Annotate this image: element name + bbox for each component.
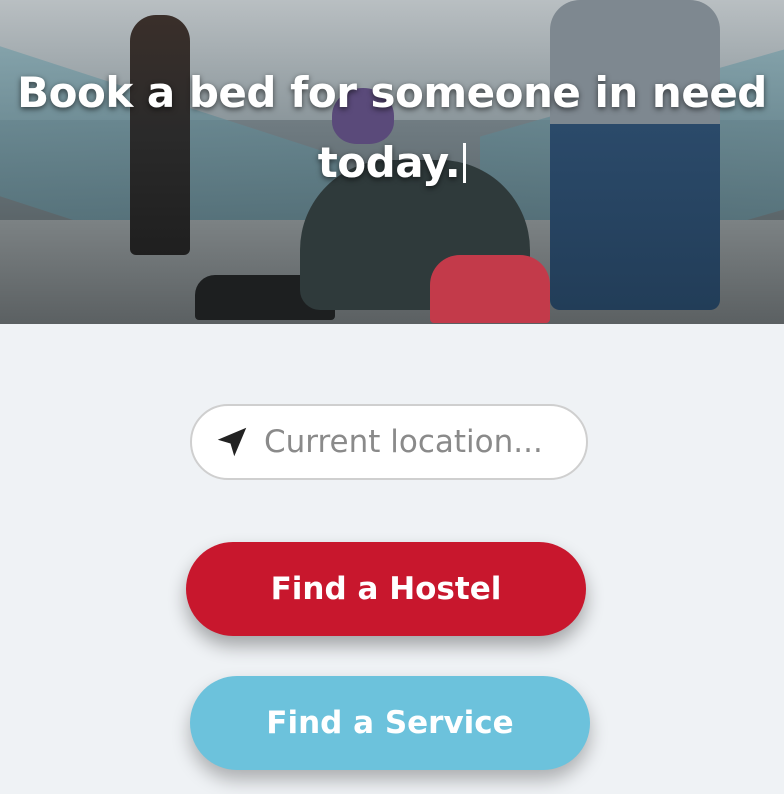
- find-service-button[interactable]: Find a Service: [190, 676, 590, 770]
- location-input[interactable]: [264, 424, 564, 460]
- hero-image-blanket: [430, 255, 550, 323]
- hero-title: Book a bed for someone in need today.: [0, 58, 784, 198]
- hero-title-line-2: today.: [317, 138, 461, 187]
- location-field[interactable]: [190, 404, 588, 480]
- hero-banner: Book a bed for someone in need today.: [0, 0, 784, 324]
- find-hostel-button[interactable]: Find a Hostel: [186, 542, 586, 636]
- navigation-arrow-icon[interactable]: [212, 422, 252, 462]
- hero-title-line-1: Book a bed for someone in need: [17, 68, 767, 117]
- main-content: Find a Hostel Find a Service: [0, 324, 784, 794]
- typing-caret: [463, 143, 467, 183]
